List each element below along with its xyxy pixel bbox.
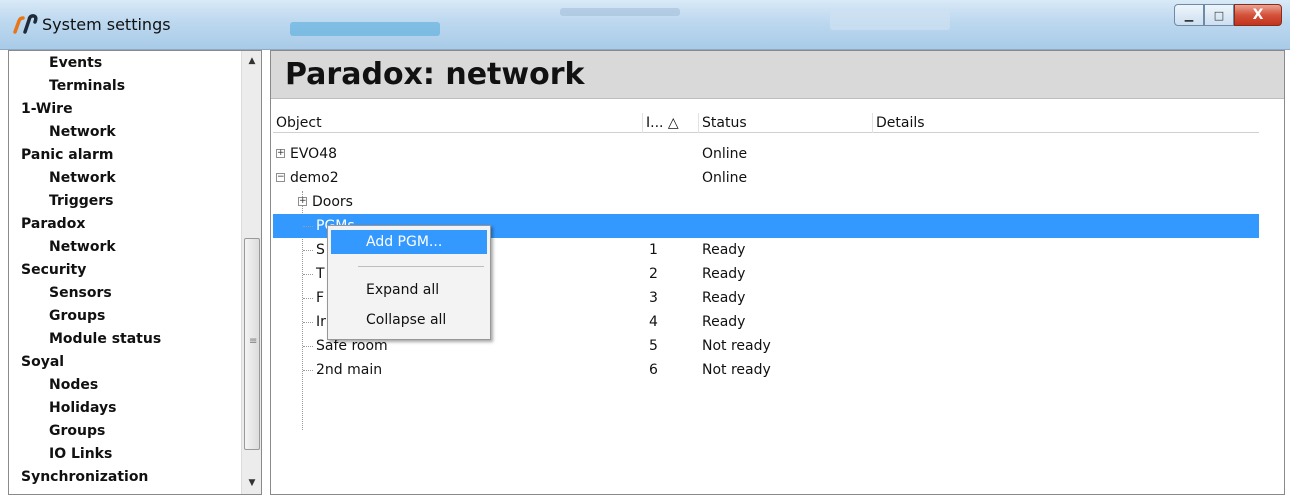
title-bar: System settings ▁ □ X — [0, 0, 1290, 50]
menu-separator — [358, 266, 484, 267]
tree-connector — [303, 226, 313, 227]
background-blur — [830, 10, 950, 30]
sidebar-item-io-links[interactable]: IO Links — [49, 443, 112, 466]
app-logo-icon — [13, 14, 38, 34]
tree-connector — [303, 346, 313, 347]
page-title: Paradox: network — [285, 57, 585, 92]
row-object: 2nd main — [316, 362, 383, 378]
sidebar-list: Events Terminals 1-Wire Network Panic al… — [9, 51, 241, 494]
row-status: Not ready — [702, 362, 771, 378]
column-header-object[interactable]: Object — [273, 113, 643, 133]
sidebar-item-1wire-network[interactable]: Network — [49, 121, 116, 144]
sidebar: Events Terminals 1-Wire Network Panic al… — [8, 50, 262, 495]
expand-icon[interactable]: + — [276, 149, 285, 158]
sidebar-item-panic-alarm[interactable]: Panic alarm — [21, 144, 113, 167]
maximize-button[interactable]: □ — [1204, 4, 1234, 26]
window-title: System settings — [42, 15, 171, 34]
sidebar-item-paradox-network[interactable]: Network — [49, 236, 116, 259]
row-object: F — [316, 290, 325, 306]
scroll-grip-icon: ≡ — [249, 336, 258, 347]
sidebar-item-security-groups[interactable]: Groups — [49, 305, 105, 328]
row-index: 5 — [649, 338, 658, 354]
row-status: Ready — [702, 266, 746, 282]
menu-item-collapse-all[interactable]: Collapse all — [331, 308, 487, 332]
row-status: Online — [702, 146, 748, 162]
scrollbar-thumb[interactable]: ≡ — [244, 238, 260, 450]
sidebar-item-soyal-nodes[interactable]: Nodes — [49, 374, 98, 397]
row-status: Ready — [702, 290, 746, 306]
tree-connector — [303, 250, 313, 251]
sidebar-item-1wire[interactable]: 1-Wire — [21, 98, 73, 121]
sidebar-item-security[interactable]: Security — [21, 259, 86, 282]
table-row[interactable]: 2nd main 6 Not ready — [273, 358, 1259, 382]
tree-connector — [303, 322, 313, 323]
sidebar-item-panic-network[interactable]: Network — [49, 167, 116, 190]
sidebar-item-terminals[interactable]: Terminals — [49, 75, 125, 98]
minimize-button[interactable]: ▁ — [1174, 4, 1204, 26]
table-row[interactable]: + EVO48 Online — [273, 142, 1259, 166]
row-status: Online — [702, 170, 748, 186]
sidebar-item-security-sensors[interactable]: Sensors — [49, 282, 112, 305]
tree-connector — [303, 370, 313, 371]
tree-connector — [303, 274, 313, 275]
table-row[interactable]: − demo2 Online — [273, 166, 1259, 190]
row-index: 6 — [649, 362, 658, 378]
sidebar-item-paradox[interactable]: Paradox — [21, 213, 85, 236]
sidebar-item-panic-triggers[interactable]: Triggers — [49, 190, 114, 213]
row-status: Ready — [702, 242, 746, 258]
sidebar-item-events[interactable]: Events — [49, 52, 102, 75]
row-status: Not ready — [702, 338, 771, 354]
sidebar-item-soyal-groups[interactable]: Groups — [49, 420, 105, 443]
expand-icon[interactable]: + — [298, 197, 307, 206]
close-button[interactable]: X — [1234, 4, 1282, 26]
row-object: S — [316, 242, 325, 258]
row-status: Ready — [702, 314, 746, 330]
sidebar-item-synchronization[interactable]: Synchronization — [21, 466, 148, 489]
row-object: T — [316, 266, 325, 282]
background-blur — [290, 22, 440, 36]
scroll-down-arrow-icon[interactable]: ▼ — [242, 475, 262, 492]
grid-header: Object I... △ Status Details — [273, 113, 1259, 133]
collapse-icon[interactable]: − — [276, 173, 285, 182]
sidebar-item-module-status[interactable]: Module status — [49, 328, 161, 351]
background-blur — [560, 8, 680, 16]
context-menu: Add PGM... Expand all Collapse all — [327, 225, 491, 340]
sidebar-item-soyal[interactable]: Soyal — [21, 351, 64, 374]
row-index: 1 — [649, 242, 658, 258]
sidebar-scrollbar[interactable]: ▲ ≡ ▼ — [241, 51, 261, 494]
window-controls: ▁ □ X — [1174, 4, 1282, 26]
menu-item-add-pgm[interactable]: Add PGM... — [331, 230, 487, 254]
column-header-index[interactable]: I... △ — [643, 113, 699, 133]
row-object: Doors — [312, 194, 353, 210]
tree-connector — [303, 298, 313, 299]
row-index: 4 — [649, 314, 658, 330]
sidebar-item-soyal-holidays[interactable]: Holidays — [49, 397, 116, 420]
row-index: 2 — [649, 266, 658, 282]
column-header-status[interactable]: Status — [699, 113, 873, 133]
row-object: EVO48 — [290, 146, 338, 162]
row-index: 3 — [649, 290, 658, 306]
page-header: Paradox: network — [271, 51, 1284, 99]
scroll-up-arrow-icon[interactable]: ▲ — [242, 53, 262, 70]
table-row[interactable]: + Doors — [273, 190, 1259, 214]
column-header-details[interactable]: Details — [873, 113, 1259, 133]
row-object: demo2 — [290, 170, 339, 186]
menu-item-expand-all[interactable]: Expand all — [331, 278, 487, 302]
row-object: Ir — [316, 314, 326, 330]
